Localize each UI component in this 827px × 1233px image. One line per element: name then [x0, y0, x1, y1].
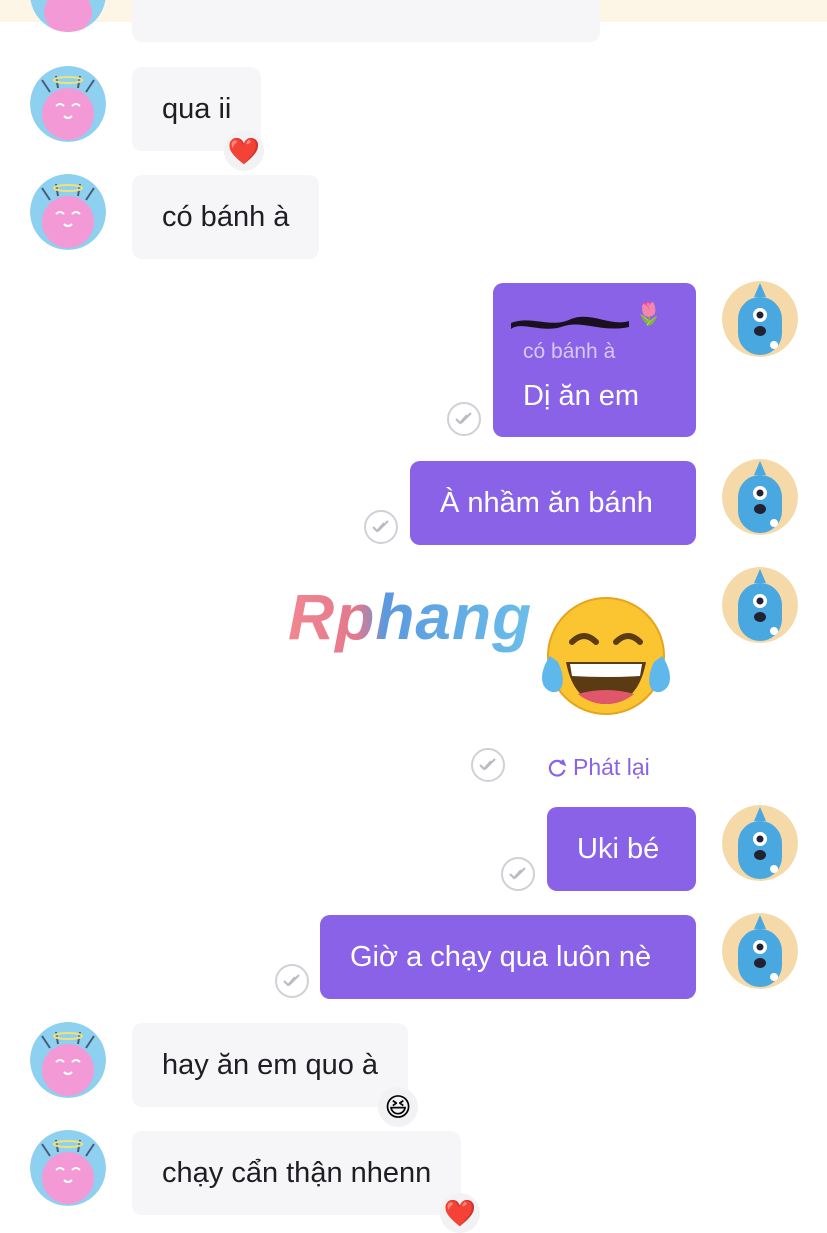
user-avatar[interactable]	[722, 805, 798, 881]
user-avatar[interactable]	[722, 459, 798, 535]
seen-check-icon	[471, 748, 505, 782]
message-text: qua ii	[162, 92, 232, 125]
replay-button[interactable]: Phát lại	[547, 754, 650, 781]
outgoing-message[interactable]: Giờ a chạy qua luôn nè	[320, 915, 696, 999]
message-text: Dị ăn em	[523, 380, 640, 412]
tears-of-joy-emoji-icon[interactable]	[538, 596, 670, 720]
user-avatar[interactable]	[722, 567, 798, 643]
message-text: chạy cẩn thận nhenn	[162, 1156, 432, 1189]
seen-check-icon	[364, 510, 398, 544]
incoming-message[interactable]: có bánh à	[132, 175, 320, 259]
outgoing-message[interactable]: Uki bé	[547, 807, 696, 891]
message-text: có bánh à	[162, 200, 290, 233]
laughing-reaction-icon[interactable]: 😆	[378, 1087, 418, 1127]
replay-label: Phát lại	[573, 754, 650, 780]
message-text: À nhầm ăn bánh	[440, 486, 653, 519]
seen-check-icon	[275, 964, 309, 998]
quoted-text: có bánh à	[523, 340, 616, 363]
incoming-bubble-partial[interactable]	[132, 0, 600, 42]
incoming-message[interactable]: chạy cẩn thận nhenn	[132, 1131, 462, 1215]
contact-avatar[interactable]	[30, 1022, 106, 1098]
heart-reaction-icon[interactable]: ❤️	[440, 1193, 480, 1233]
contact-avatar[interactable]	[30, 66, 106, 142]
message-text: Uki bé	[577, 832, 660, 865]
contact-avatar[interactable]	[30, 0, 106, 32]
seen-check-icon	[501, 857, 535, 891]
user-avatar[interactable]	[722, 913, 798, 989]
message-text: Giờ a chạy qua luôn nè	[350, 940, 652, 973]
message-text: hay ăn em quo à	[162, 1048, 379, 1081]
seen-check-icon	[447, 402, 481, 436]
replay-icon	[548, 758, 567, 777]
incoming-message[interactable]: hay ăn em quo à	[132, 1023, 409, 1107]
outgoing-message[interactable]: À nhầm ăn bánh	[410, 461, 696, 545]
watermark-logo: Rphang	[288, 581, 533, 653]
outgoing-reply-message[interactable]: 🌷 có bánh à Dị ăn em	[493, 283, 696, 437]
contact-avatar[interactable]	[30, 1130, 106, 1206]
user-avatar[interactable]	[722, 281, 798, 357]
redacted-quote-author	[511, 305, 629, 329]
tulip-icon: 🌷	[635, 301, 663, 326]
contact-avatar[interactable]	[30, 174, 106, 250]
heart-reaction-icon[interactable]: ❤️	[224, 131, 264, 171]
